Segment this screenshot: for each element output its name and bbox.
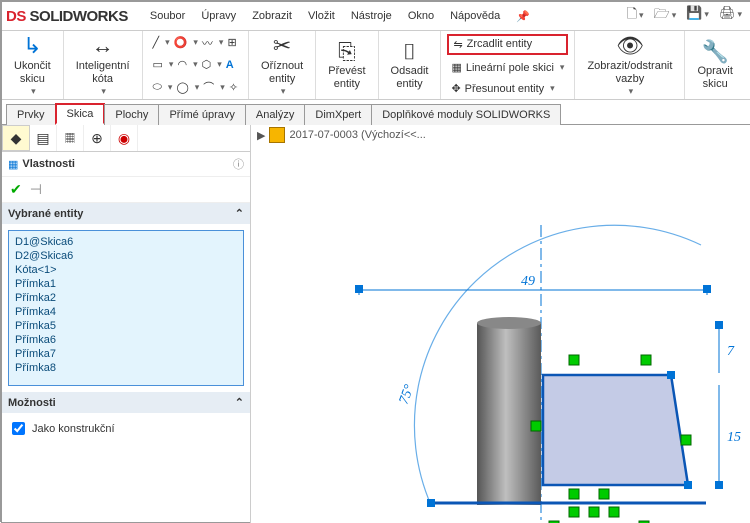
menu-pin[interactable]: 📌: [508, 6, 538, 27]
menu-view[interactable]: Zobrazit: [244, 6, 300, 26]
list-item[interactable]: Přímka7: [13, 347, 239, 361]
pm-tab-feature[interactable]: ◆: [2, 125, 30, 151]
pm-tab-display[interactable]: ⊕: [84, 125, 111, 151]
help-icon[interactable]: ⓘ: [233, 156, 244, 172]
list-item[interactable]: D2@Skica6: [13, 249, 239, 263]
line-tool[interactable]: ╱▾ ⭕▾ 〰▾ ⊞: [149, 34, 243, 52]
menu-insert[interactable]: Vložit: [300, 6, 343, 26]
svg-text:15: 15: [727, 430, 741, 445]
pattern-icon: ▦: [451, 61, 461, 74]
qat-open[interactable]: 🗁▾: [650, 2, 681, 30]
menu-help[interactable]: Nápověda: [442, 6, 508, 26]
move-icon: ✥: [451, 82, 460, 95]
part-icon: [269, 127, 285, 143]
trim-button[interactable]: ✂Oříznout entity▾: [255, 31, 309, 99]
mirror-icon: ⇋: [453, 38, 462, 51]
repair-icon: 🔧: [701, 39, 728, 65]
menu-edit[interactable]: Úpravy: [193, 6, 244, 26]
offset-button[interactable]: ⌷Odsadit entity: [385, 37, 435, 94]
pin-button[interactable]: ⊣: [30, 181, 42, 198]
svg-text:49: 49: [521, 274, 535, 289]
list-item[interactable]: Kóta<1>: [13, 263, 239, 277]
exit-sketch-icon: ↳: [23, 33, 41, 59]
properties-icon: ▦: [8, 158, 18, 171]
offset-icon: ⌷: [403, 39, 416, 65]
svg-text:75°: 75°: [397, 382, 418, 406]
slot-tool[interactable]: ⬭▾ ◯▾ ⌒▾ ✧: [149, 78, 243, 96]
mirror-entities-button[interactable]: ⇋Zrcadlit entity: [447, 34, 568, 55]
move-entities-button[interactable]: ✥Přesunout entity▾: [447, 81, 568, 96]
list-item[interactable]: Přímka8: [13, 361, 239, 375]
repair-sketch-button[interactable]: 🔧Opravit skicu: [691, 37, 738, 94]
pm-tab-config[interactable]: 𝄜: [57, 125, 84, 151]
relations-icon: 👁‍: [616, 33, 644, 59]
linear-pattern-button[interactable]: ▦Lineární pole skici▾: [447, 60, 568, 75]
qat-new[interactable]: 🗋▾: [623, 2, 648, 30]
list-item[interactable]: Přímka5: [13, 319, 239, 333]
qat-print[interactable]: 🖨▾: [715, 2, 746, 30]
tab-surfaces[interactable]: Plochy: [104, 104, 159, 125]
rect-tool[interactable]: ▭▾ ◠▾ ⬡▾ A: [149, 57, 243, 72]
as-construction-checkbox[interactable]: Jako konstrukční: [8, 419, 244, 438]
chevron-up-icon: ⌃: [235, 207, 244, 220]
tab-direct-edit[interactable]: Přímé úpravy: [158, 104, 245, 125]
scissors-icon: ✂: [273, 33, 291, 59]
exit-sketch-button[interactable]: ↳Ukončit skicu▾: [8, 31, 57, 99]
dimension-icon: ↔: [92, 33, 114, 59]
pm-tab-props[interactable]: ▤: [30, 125, 57, 151]
section-selected-entities[interactable]: Vybrané entity⌃: [2, 203, 250, 224]
tab-analysis[interactable]: Analýzy: [245, 104, 306, 125]
list-item[interactable]: D1@Skica6: [13, 235, 239, 249]
tab-dimxpert[interactable]: DimXpert: [304, 104, 372, 125]
menu-window[interactable]: Okno: [400, 6, 442, 26]
selected-entities-list[interactable]: D1@Skica6 D2@Skica6 Kóta<1> Přímka1 Přím…: [8, 230, 244, 386]
section-options[interactable]: Možnosti⌃: [2, 392, 250, 413]
ok-button[interactable]: ✔: [10, 181, 22, 198]
list-item[interactable]: Přímka6: [13, 333, 239, 347]
menu-tools[interactable]: Nástroje: [343, 6, 400, 26]
pm-tab-appearance[interactable]: ◉: [111, 125, 138, 151]
app-logo: DS SOLIDWORKS: [6, 8, 128, 25]
convert-icon: ⎘: [338, 39, 356, 65]
svg-text:7: 7: [727, 344, 735, 359]
smart-dimension-button[interactable]: ↔Inteligentní kóta▾: [70, 31, 136, 99]
list-item[interactable]: Přímka4: [13, 305, 239, 319]
tab-features[interactable]: Prvky: [6, 104, 56, 125]
list-item[interactable]: Přímka2: [13, 291, 239, 305]
breadcrumb[interactable]: ▶2017-07-0003 (Výchozí<<...: [257, 127, 426, 143]
panel-title: Vlastnosti: [22, 158, 75, 170]
chevron-up-icon: ⌃: [235, 396, 244, 409]
list-item[interactable]: Přímka1: [13, 277, 239, 291]
graphics-viewport[interactable]: ▶2017-07-0003 (Výchozí<<... 49 75° 7 15: [251, 125, 750, 523]
menu-file[interactable]: Soubor: [142, 6, 193, 26]
show-relations-button[interactable]: 👁‍Zobrazit/odstranit vazby▾: [581, 31, 678, 99]
convert-button[interactable]: ⎘Převést entity: [322, 37, 371, 94]
tab-sketch[interactable]: Skica: [55, 103, 106, 125]
qat-save[interactable]: 💾▾: [682, 2, 713, 30]
tab-addins[interactable]: Doplňkové moduly SOLIDWORKS: [371, 104, 561, 125]
sketch-geometry: 49 75° 7 15: [311, 185, 750, 523]
